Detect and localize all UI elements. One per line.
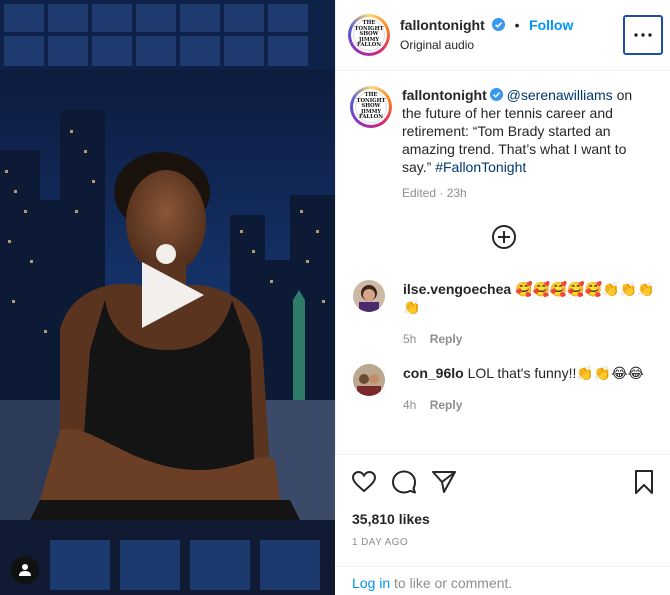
post-header: THE TONIGHT SHOW JIMMY FALLON fallontoni… — [336, 0, 670, 71]
mention-link[interactable]: @serenawilliams — [507, 87, 613, 103]
comment-username[interactable]: con_96lo — [403, 365, 464, 381]
save-bookmark-icon[interactable] — [631, 469, 657, 495]
like-heart-icon[interactable] — [351, 469, 377, 495]
caption-username[interactable]: fallontonight — [402, 87, 487, 103]
comment-time: 4h — [403, 398, 417, 412]
comment-text: LOL that's funny!!👏👏😂😂 — [467, 365, 644, 381]
share-icon[interactable] — [431, 469, 457, 495]
account-avatar[interactable]: THE TONIGHT SHOW JIMMY FALLON — [348, 14, 390, 56]
audio-label[interactable]: Original audio — [400, 38, 474, 52]
login-link[interactable]: Log in — [352, 575, 390, 591]
more-options-button[interactable] — [623, 15, 663, 55]
likes-count[interactable]: 35,810 likes — [352, 511, 430, 527]
post-date[interactable]: 1 DAY AGO — [352, 537, 408, 548]
caption-body: fallontonight @serenawilliams on the fut… — [402, 86, 652, 176]
verified-badge-icon — [489, 87, 503, 101]
tonight-show-logo: THE TONIGHT SHOW JIMMY FALLON — [355, 91, 387, 123]
play-icon[interactable] — [138, 262, 204, 328]
login-prompt: Log in to like or comment. — [335, 566, 670, 595]
reply-button[interactable]: Reply — [430, 332, 463, 346]
hashtag-link[interactable]: #FallonTonight — [435, 159, 526, 175]
more-icon — [634, 33, 652, 37]
plus-circle-icon — [492, 225, 516, 249]
tonight-show-logo: THE TONIGHT SHOW JIMMY FALLON — [353, 19, 385, 51]
separator-dot: • — [514, 17, 520, 33]
follow-button[interactable]: Follow — [529, 17, 573, 33]
caption-meta: Edited · 23h — [402, 186, 467, 200]
header-username[interactable]: fallontonight — [400, 17, 485, 33]
post-actions: 35,810 likes 1 DAY AGO Log in to like or… — [335, 454, 670, 595]
reply-button[interactable]: Reply — [430, 398, 463, 412]
comment-username[interactable]: ilse.vengoechea — [403, 281, 511, 297]
post-video[interactable] — [0, 0, 335, 595]
tagged-users-icon[interactable] — [11, 556, 39, 584]
caption-avatar[interactable]: THE TONIGHT SHOW JIMMY FALLON — [350, 86, 392, 128]
load-more-comments-button[interactable] — [491, 224, 517, 255]
comment-time: 5h — [403, 332, 417, 346]
comment-icon[interactable] — [391, 469, 417, 495]
verified-badge-icon — [492, 18, 506, 31]
comment-avatar[interactable] — [353, 280, 385, 312]
login-suffix: to like or comment. — [390, 575, 513, 591]
comment-avatar[interactable] — [353, 364, 385, 396]
